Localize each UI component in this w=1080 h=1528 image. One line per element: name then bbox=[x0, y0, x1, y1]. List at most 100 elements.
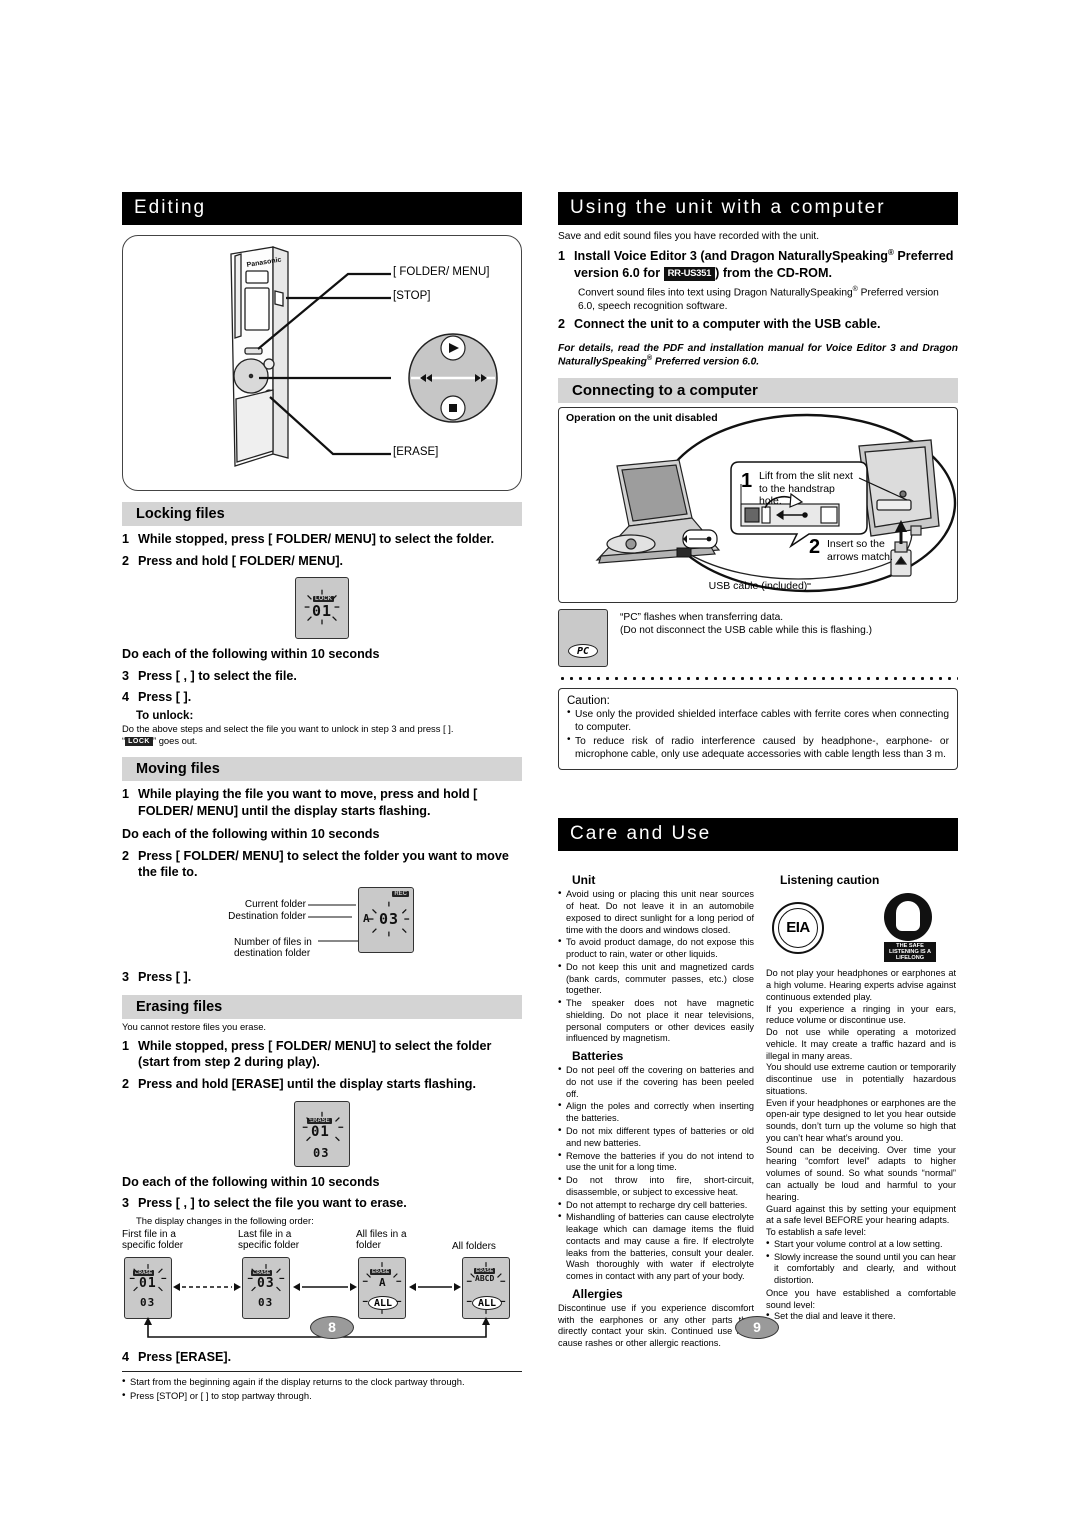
quote-close: ” goes out. bbox=[152, 735, 198, 747]
step-text: Press [ ]. bbox=[138, 690, 192, 705]
listening-mid-text: Once you have established a comfortable … bbox=[766, 1287, 956, 1310]
care-right-column: Listening caution EIA THE SAFE LISTENING… bbox=[766, 863, 956, 1350]
step-text: Press [ , ] to select the file. bbox=[138, 668, 297, 683]
locking-step-4: 4 Press [ ]. bbox=[122, 689, 522, 706]
erasing-step-4: 4 Press [ERASE]. bbox=[122, 1349, 522, 1366]
moving-step-1: 1 While playing the file you want to mov… bbox=[122, 786, 522, 819]
listening-p0: Do not play your headphones or earphones… bbox=[766, 968, 956, 1002]
care-heading-allergies: Allergies bbox=[572, 1286, 623, 1301]
using-step-1: 1 Install Voice Editor 3 (and Dragon Nat… bbox=[558, 248, 958, 282]
step-number: 2 bbox=[122, 553, 130, 568]
moving-lcd-diagram: Current folder Destination folder Number… bbox=[122, 885, 522, 967]
page-number-right: 9 bbox=[735, 1316, 779, 1339]
caution-item: Use only the provided shielded interface… bbox=[567, 707, 949, 734]
listening-p3: You should use extreme caution or tempor… bbox=[766, 1062, 956, 1096]
care-item: Do not mix different types of batteries … bbox=[558, 1125, 754, 1150]
details-b: Preferred version 6.0. bbox=[652, 355, 760, 367]
using-subnote: Convert sound files into text using Drag… bbox=[578, 286, 958, 312]
eia-ring bbox=[778, 907, 818, 948]
listening-bullet: Set the dial and leave it there. bbox=[766, 1310, 956, 1323]
safe-listening-logo: THE SAFE LISTENING IS A LIFELONG bbox=[884, 893, 936, 963]
care-item: Do not keep this unit and magnetized car… bbox=[558, 961, 754, 997]
divider bbox=[122, 1371, 522, 1373]
step-text: Press [ ]. bbox=[138, 970, 192, 985]
locking-step-1: 1 While stopped, press [ FOLDER/ MENU] t… bbox=[122, 531, 522, 548]
step-text: Connect the unit to a computer with the … bbox=[574, 316, 881, 331]
step-number: 4 bbox=[122, 1349, 130, 1364]
step-text: Press and hold [ERASE] until the display… bbox=[138, 1077, 476, 1092]
lcd-pc: PC bbox=[558, 609, 608, 668]
head-silhouette-icon bbox=[896, 901, 920, 932]
listening-p2: Do not use while operating a motorized v… bbox=[766, 1027, 956, 1061]
erasing-order-note: The display changes in the following ord… bbox=[136, 1214, 314, 1226]
using-step-2: 2 Connect the unit to a computer with th… bbox=[558, 316, 958, 333]
moving-step-3: 3 Press [ ]. bbox=[122, 969, 522, 986]
callout-erase: [ERASE] bbox=[393, 446, 439, 458]
care-left-column: Unit Avoid using or placing this unit ne… bbox=[558, 863, 754, 1350]
pc-note-line2: (Do not disconnect the USB cable while t… bbox=[620, 625, 872, 637]
step-text: Press [ FOLDER/ MENU] to select the fold… bbox=[138, 848, 509, 880]
using-details-note: For details, read the PDF and installati… bbox=[558, 342, 958, 368]
step-number: 3 bbox=[122, 668, 130, 683]
section-header-editing: Editing bbox=[122, 192, 522, 225]
moving-step-2: 2 Press [ FOLDER/ MENU] to select the fo… bbox=[122, 848, 522, 881]
caution-item: To reduce risk of radio interference cau… bbox=[567, 734, 949, 761]
pc-note-line1: “PC” flashes when transferring data. bbox=[620, 612, 784, 624]
lcd-locking: LOCK 01 bbox=[295, 577, 349, 640]
erasing-step-1: 1 While stopped, press [ FOLDER/ MENU] t… bbox=[122, 1038, 522, 1071]
erasing-warning: You cannot restore files you erase. bbox=[122, 1020, 267, 1032]
eia-logo: EIA bbox=[772, 901, 824, 954]
step-number: 4 bbox=[122, 690, 130, 705]
erasing-step-2: 2 Press and hold [ERASE] until the displ… bbox=[122, 1076, 522, 1093]
footnote-item: Start from the beginning again if the di… bbox=[122, 1375, 522, 1388]
listening-p1: If you experience a ringing in your ears… bbox=[766, 1003, 956, 1026]
right-page-column: Using the unit with a computer Save and … bbox=[558, 192, 958, 1350]
safe-listening-icon bbox=[884, 893, 932, 942]
connect-step2-text: Insert so the arrows match. bbox=[827, 538, 893, 563]
care-item: Align the poles and correctly when inser… bbox=[558, 1100, 754, 1125]
listening-bullet: Start your volume control at a low setti… bbox=[766, 1238, 956, 1251]
step-number: 1 bbox=[122, 532, 130, 546]
subnote-a: Convert sound files into text using Drag… bbox=[578, 287, 853, 299]
page-number-left: 8 bbox=[310, 1316, 354, 1339]
care-item: Mishandling of batteries can cause elect… bbox=[558, 1211, 754, 1283]
to-unlock-text: Do the above steps and select the file y… bbox=[122, 722, 454, 734]
step-text: Install Voice Editor 3 (and Dragon Natur… bbox=[574, 248, 958, 282]
subsection-erasing-files: Erasing files bbox=[122, 993, 522, 1019]
care-item: Remove the batteries if you do not inten… bbox=[558, 1150, 754, 1175]
lcd-current-folder: A bbox=[363, 912, 371, 926]
subsection-locking-files: Locking files bbox=[122, 501, 522, 526]
locking-step-3: 3 Press [ , ] to select the file. bbox=[122, 668, 522, 685]
lock-chip: LOCK bbox=[125, 737, 153, 747]
care-item: Do not throw into fire, short-circuit, d… bbox=[558, 1174, 754, 1199]
step-text: While playing the file you want to move,… bbox=[138, 787, 478, 818]
listening-bullet: Slowly increase the sound until you can … bbox=[766, 1251, 956, 1287]
listening-p6: Guard against this by setting your equip… bbox=[766, 1203, 956, 1226]
manual-page: Editing Panasonic [FOLDER/ MENU] [STOP]… bbox=[0, 0, 1080, 1528]
step-text: Press and hold [ FOLDER/ MENU]. bbox=[138, 553, 344, 568]
erasing-step-3: 3 Press [ , ] to select the file you wan… bbox=[122, 1195, 522, 1212]
care-unit-list: Avoid using or placing this unit near so… bbox=[558, 888, 754, 1045]
listening-p4: Even if your headphones or earphones are… bbox=[766, 1097, 956, 1143]
step-text: Press [ERASE]. bbox=[138, 1349, 232, 1364]
step-number: 2 bbox=[558, 316, 566, 331]
care-item: Avoid using or placing this unit near so… bbox=[558, 888, 754, 936]
caution-heading: Caution: bbox=[567, 695, 610, 708]
care-allergies-text: Discontinue use if you experience discom… bbox=[558, 1302, 754, 1349]
listening-p5: Sound can be deceiving. Over time your h… bbox=[766, 1144, 956, 1202]
callout-stop: [STOP] bbox=[393, 290, 431, 302]
care-item: Do not attempt to recharge dry cell batt… bbox=[558, 1199, 754, 1212]
locking-step-2: 2 Press and hold [ FOLDER/ MENU]. bbox=[122, 553, 522, 570]
section-header-using-computer: Using the unit with a computer bbox=[558, 192, 958, 225]
step-number: 3 bbox=[122, 970, 130, 985]
lcd-moving: REC A 03 bbox=[358, 887, 414, 954]
subsection-moving-files: Moving files bbox=[122, 756, 522, 782]
connect-step1-number: 1 bbox=[741, 470, 753, 493]
step-text: Press [ , ] to select the file you want … bbox=[138, 1196, 407, 1211]
caution-list: Use only the provided shielded interface… bbox=[567, 707, 949, 761]
locking-within-note: Do each of the following within 10 secon… bbox=[122, 647, 380, 662]
moving-within-note: Do each of the following within 10 secon… bbox=[122, 827, 380, 842]
step-number: 2 bbox=[122, 848, 130, 863]
step-text-c: ) from the CD-ROM. bbox=[715, 265, 832, 280]
step-number: 1 bbox=[122, 787, 130, 802]
